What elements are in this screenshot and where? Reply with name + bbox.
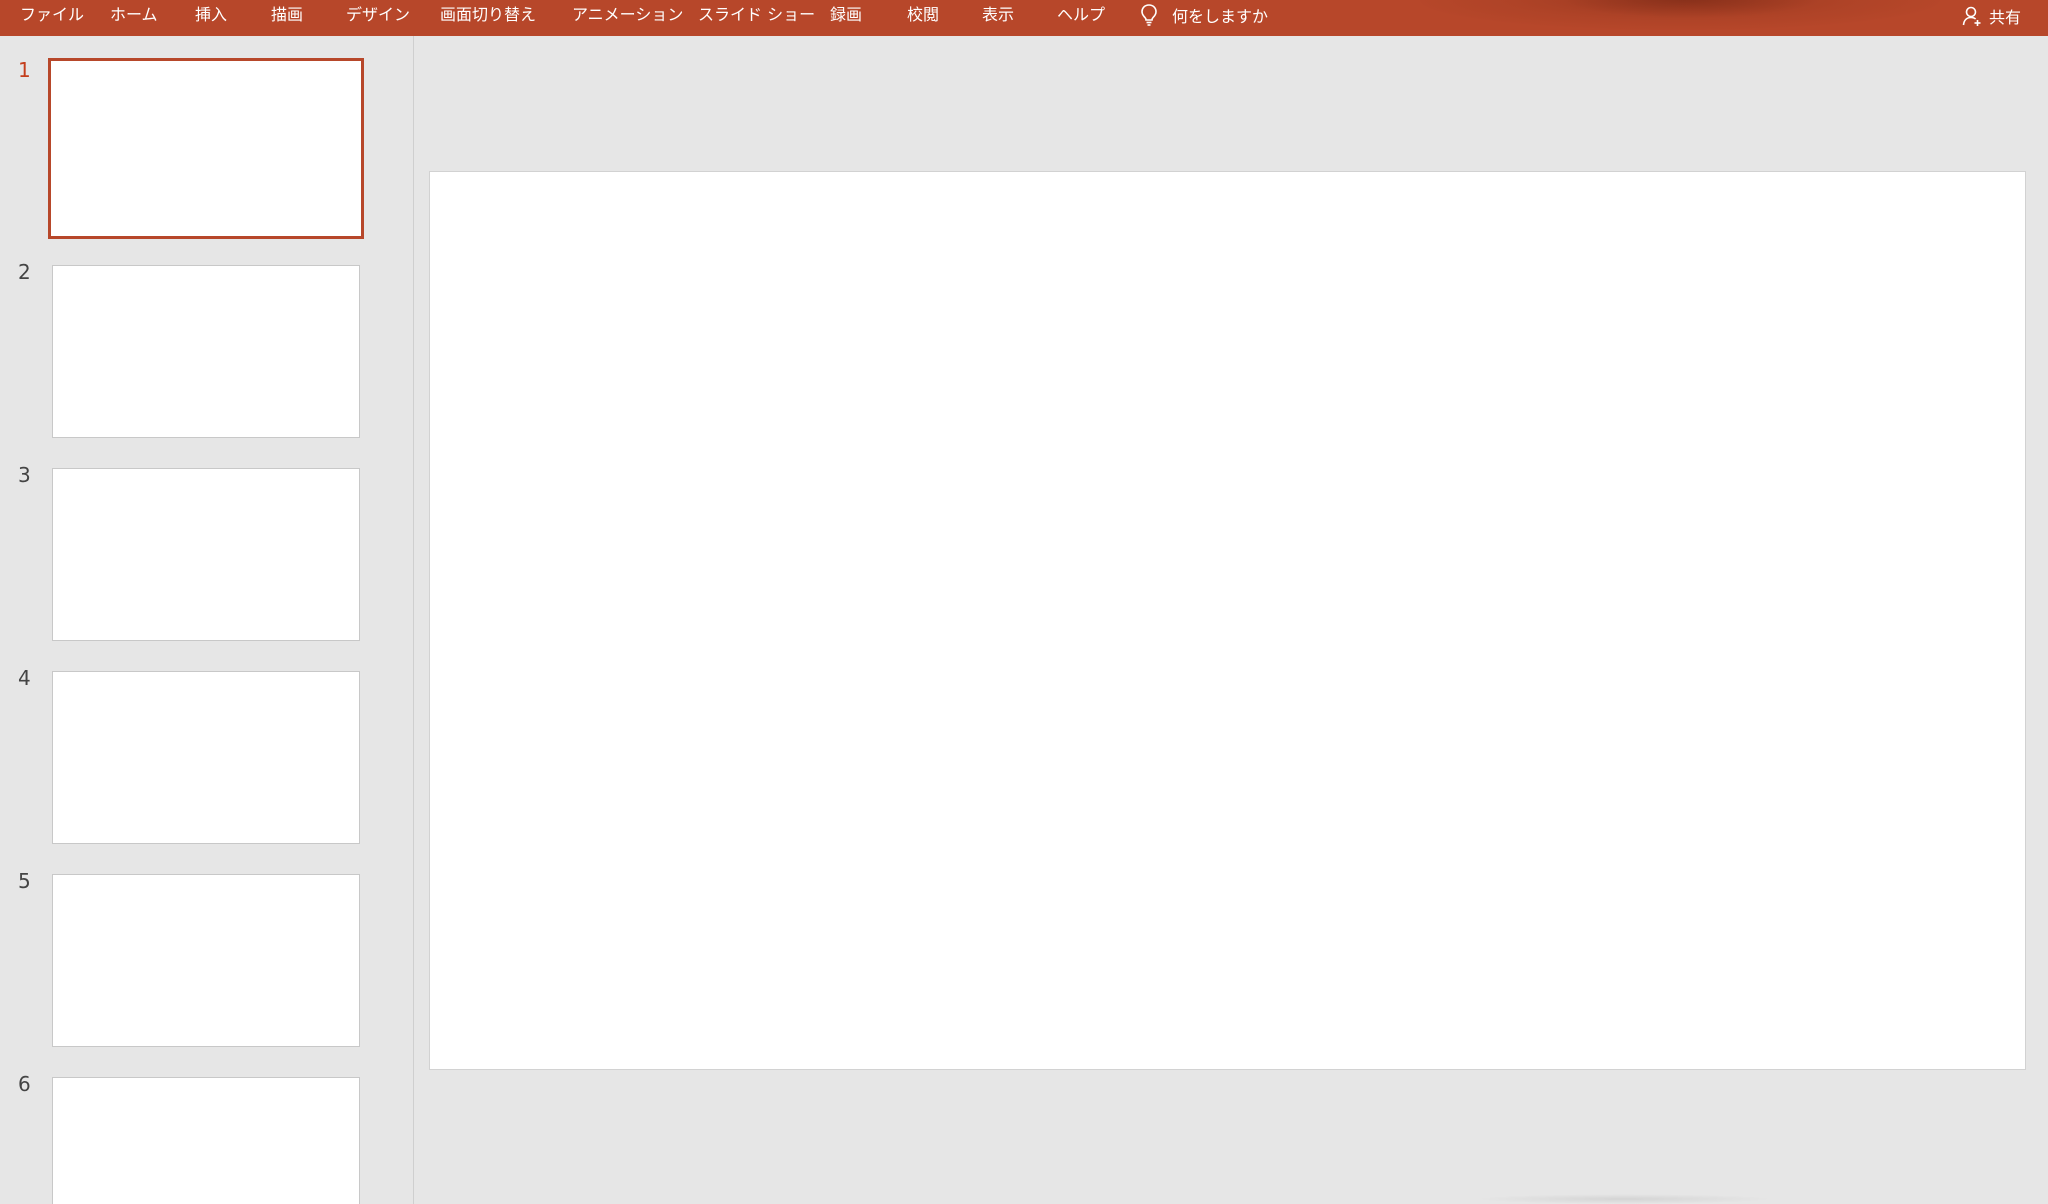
slide-thumbnail-5[interactable] <box>52 874 360 1047</box>
tab-record[interactable]: 録画 <box>830 0 862 30</box>
slide-editing-area <box>414 36 2048 1204</box>
tab-insert[interactable]: 挿入 <box>195 0 227 30</box>
slide-number: 6 <box>18 1072 31 1096</box>
slide-canvas[interactable] <box>429 171 2026 1070</box>
powerpoint-window: ファイル ホーム 挿入 描画 デザイン 画面切り替え アニメーション スライド … <box>0 0 2048 1204</box>
share-button[interactable]: 共有 <box>1962 0 2021 32</box>
slide-number: 1 <box>18 58 31 82</box>
tab-transitions[interactable]: 画面切り替え <box>440 0 536 30</box>
tab-draw[interactable]: 描画 <box>271 0 303 30</box>
slide-thumbnail-3[interactable] <box>52 468 360 641</box>
tab-design[interactable]: デザイン <box>346 0 410 30</box>
slide-number: 5 <box>18 869 31 893</box>
tab-help[interactable]: ヘルプ <box>1057 0 1105 30</box>
lightbulb-icon <box>1141 4 1157 26</box>
tab-slideshow[interactable]: スライド ショー <box>698 0 815 30</box>
notes-pane-shadow <box>1474 1194 1774 1204</box>
tell-me-search[interactable]: 何をしますか <box>1138 0 1268 30</box>
slide-thumbnail-4[interactable] <box>52 671 360 844</box>
tab-review[interactable]: 校閲 <box>907 0 939 30</box>
slide-number: 3 <box>18 463 31 487</box>
slide-number: 2 <box>18 260 31 284</box>
share-label: 共有 <box>1989 8 2022 27</box>
slide-thumbnail-2[interactable] <box>52 265 360 438</box>
person-icon <box>1962 6 1981 26</box>
slide-thumbnail-6[interactable] <box>52 1077 360 1204</box>
tab-home[interactable]: ホーム <box>110 0 158 30</box>
tab-view[interactable]: 表示 <box>982 0 1014 30</box>
tell-me-label: 何をしますか <box>1172 7 1269 26</box>
slide-thumbnail-pane[interactable]: 1 2 3 4 5 6 <box>0 36 414 1204</box>
slide-thumbnail-1[interactable] <box>48 58 364 239</box>
tab-animations[interactable]: アニメーション <box>572 0 683 30</box>
slide-number: 4 <box>18 666 31 690</box>
ribbon-tab-bar: ファイル ホーム 挿入 描画 デザイン 画面切り替え アニメーション スライド … <box>0 0 2048 36</box>
tab-file[interactable]: ファイル <box>20 0 84 30</box>
